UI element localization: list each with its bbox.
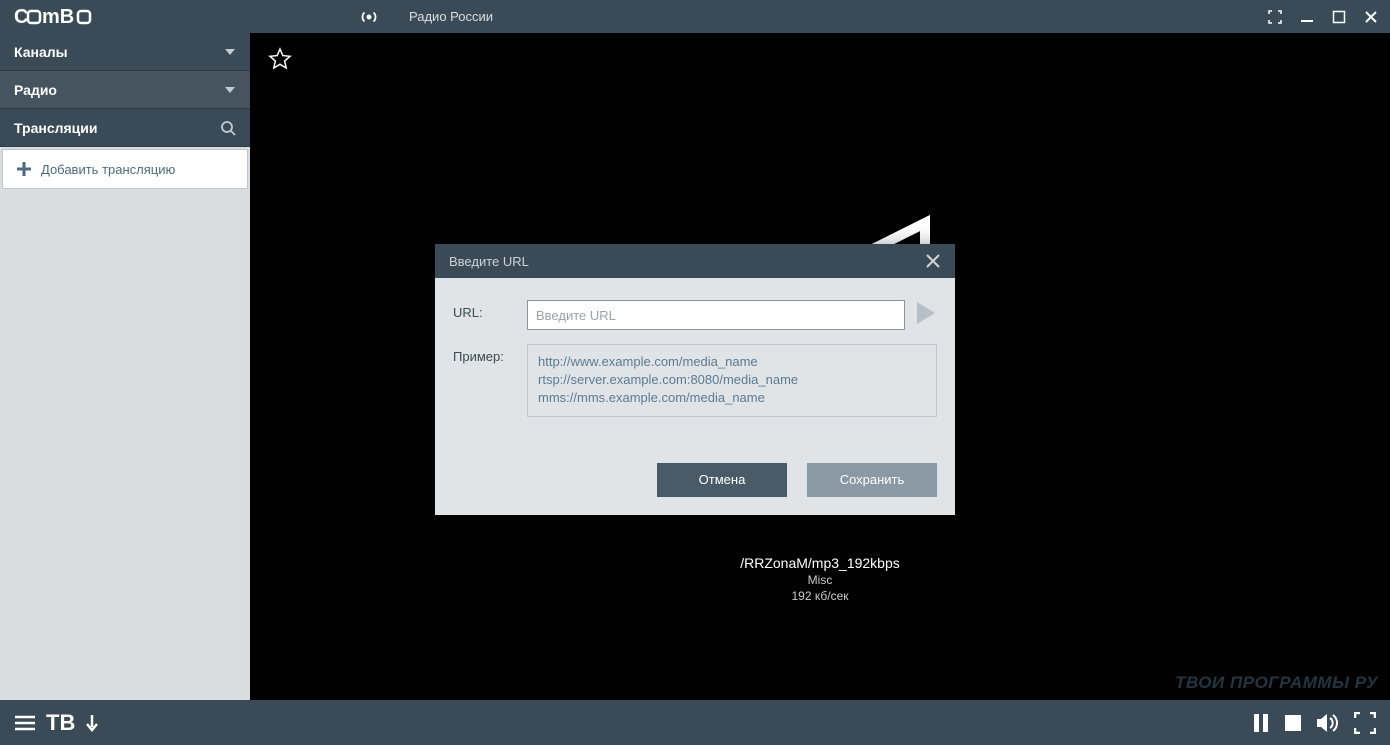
arrow-down-icon — [85, 714, 99, 732]
sidebar-streams-label: Трансляции — [14, 120, 97, 136]
plus-icon — [15, 160, 33, 178]
close-icon[interactable] — [1362, 8, 1380, 26]
broadcast-icon — [359, 7, 379, 27]
sidebar: Каналы Радио Трансляции Добавить трансля… — [0, 33, 250, 700]
url-input[interactable] — [527, 300, 905, 330]
cancel-button[interactable]: Отмена — [657, 463, 787, 497]
svg-text:mB: mB — [42, 6, 74, 28]
mode-selector[interactable]: ТВ — [14, 710, 99, 736]
favorite-star-icon[interactable] — [268, 47, 292, 71]
watermark: ТВОИ ПРОГРАММЫ РУ — [1175, 673, 1378, 693]
chevron-down-icon — [224, 47, 236, 57]
sidebar-section-streams[interactable]: Трансляции — [0, 109, 250, 147]
add-stream-button[interactable]: Добавить трансляцию — [2, 149, 248, 189]
stop-button[interactable] — [1284, 714, 1302, 732]
save-button[interactable]: Сохранить — [807, 463, 937, 497]
sidebar-section-radio[interactable]: Радио — [0, 71, 250, 109]
sidebar-channels-label: Каналы — [14, 44, 68, 60]
minimize-icon[interactable] — [1298, 8, 1316, 26]
menu-icon — [14, 714, 36, 732]
maximize-icon[interactable] — [1330, 8, 1348, 26]
url-dialog: Введите URL URL: Пример: http://www.exam… — [435, 244, 955, 515]
dialog-close-icon[interactable] — [925, 253, 941, 269]
dialog-header: Введите URL — [435, 244, 955, 278]
stream-category: Misc — [740, 573, 900, 587]
example-line2: rtsp://server.example.com:8080/media_nam… — [538, 371, 926, 389]
stream-bitrate: 192 кб/сек — [740, 589, 900, 603]
mode-label: ТВ — [46, 710, 75, 736]
svg-text:C: C — [14, 6, 28, 28]
media-info: /RRZonaM/mp3_192kbps Misc 192 кб/сек — [740, 555, 900, 603]
example-box: http://www.example.com/media_name rtsp:/… — [527, 344, 937, 417]
stream-path: /RRZonaM/mp3_192kbps — [740, 555, 900, 571]
expand-icon[interactable] — [1266, 8, 1284, 26]
play-url-button[interactable] — [915, 300, 937, 326]
fullscreen-icon[interactable] — [1354, 712, 1376, 734]
now-playing-title: Радио России — [409, 9, 493, 24]
example-line1: http://www.example.com/media_name — [538, 353, 926, 371]
example-line3: mms://mms.example.com/media_name — [538, 389, 926, 407]
app-logo: C mB — [14, 6, 104, 28]
url-label: URL: — [453, 300, 527, 320]
sidebar-section-channels[interactable]: Каналы — [0, 33, 250, 71]
add-stream-label: Добавить трансляцию — [41, 162, 175, 177]
example-label: Пример: — [453, 344, 527, 364]
sidebar-radio-label: Радио — [14, 82, 57, 98]
window-controls — [1266, 8, 1380, 26]
pause-button[interactable] — [1252, 713, 1270, 733]
chevron-down-icon — [224, 85, 236, 95]
bottombar: ТВ — [0, 700, 1390, 745]
titlebar: C mB Радио России — [0, 0, 1390, 33]
dialog-title: Введите URL — [449, 254, 529, 269]
search-icon[interactable] — [220, 120, 236, 136]
volume-icon[interactable] — [1316, 712, 1340, 734]
